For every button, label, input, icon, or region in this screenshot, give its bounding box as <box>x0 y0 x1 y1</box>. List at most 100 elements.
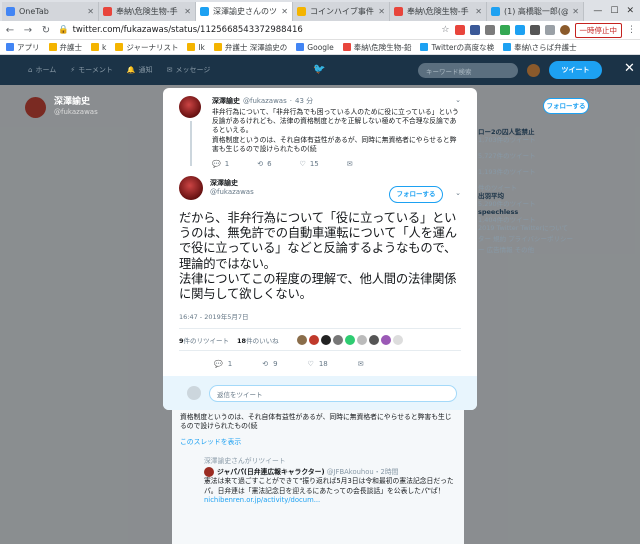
bookmark-item[interactable]: Google <box>296 43 334 52</box>
trend-item[interactable]: speechless 1,404件のツイート <box>478 208 578 224</box>
nav-home[interactable]: ⌂ ホーム <box>28 65 56 75</box>
parent-tweet[interactable]: 深澤諭史 @fukazawas · 43 分 ⌄ 非弁行為について、「非弁行為で… <box>163 88 477 168</box>
profile-icon[interactable] <box>559 25 570 35</box>
nav-notifications[interactable]: 🔔 通知 <box>127 65 153 75</box>
tab-close-icon[interactable]: ✕ <box>184 7 191 16</box>
main-name[interactable]: 深澤諭史 <box>210 179 254 188</box>
thread-line <box>190 121 192 166</box>
tab-close-icon[interactable]: ✕ <box>281 7 288 16</box>
bookmark-item[interactable]: ジャーナリスト <box>115 42 178 53</box>
bookmark-item[interactable]: 奉納\危険生物-鉛 <box>342 42 411 53</box>
extension-icon[interactable] <box>454 25 465 35</box>
avatar[interactable] <box>392 334 403 345</box>
tweet-button[interactable]: ツイート <box>549 61 602 79</box>
bookmark-item[interactable]: Twitterの高度な検 <box>420 42 494 53</box>
dm-action[interactable]: ✉ <box>358 360 364 368</box>
nav-messages[interactable]: ✉ メッセージ <box>167 65 211 75</box>
chevron-down-icon[interactable]: ⌄ <box>455 96 461 104</box>
like-count[interactable]: 18件のいいね <box>237 335 279 345</box>
avatar[interactable] <box>332 334 343 345</box>
nav-moments[interactable]: ⚡ モーメント <box>70 65 113 75</box>
twitter-search-input[interactable]: キーワード検索 <box>418 63 518 78</box>
browser-tab[interactable]: 奉納\危険生物-手 ✕ <box>390 2 487 21</box>
tab-title: 奉納\危険生物-手 <box>407 7 469 16</box>
main-handle[interactable]: @fukazawas <box>210 188 254 197</box>
maximize-icon[interactable]: ☐ <box>610 6 618 16</box>
trend-item[interactable]: 件のツイート <box>478 176 578 192</box>
reload-icon[interactable]: ↻ <box>40 25 52 36</box>
show-thread-link[interactable]: このスレッドを表示 <box>180 438 456 448</box>
dm-action[interactable]: ✉ <box>347 160 353 168</box>
extension-icon[interactable] <box>529 25 540 35</box>
back-icon[interactable]: ← <box>4 25 16 36</box>
extension-icon[interactable] <box>499 25 510 35</box>
forward-icon[interactable]: → <box>22 25 34 36</box>
browser-tab[interactable]: (1) 高橋聡一郎(@ ✕ <box>487 2 584 21</box>
star-icon[interactable]: ☆ <box>441 25 449 35</box>
bookmark-item[interactable]: アプリ <box>6 42 40 53</box>
url-field[interactable]: 🔒 twitter.com/fukazawas/status/112566854… <box>58 25 303 35</box>
reply-action[interactable]: 💬 1 <box>214 360 232 368</box>
browser-tab[interactable]: コインハイブ事件. ✕ <box>293 2 390 21</box>
footer-links[interactable]: 2019 Twitter Twitterについて <box>478 224 578 235</box>
avatar[interactable] <box>368 334 379 345</box>
bookmark-item[interactable]: 弁護士 <box>48 42 82 53</box>
window-controls: — ☐ ✕ <box>593 0 640 21</box>
avatar[interactable] <box>344 334 355 345</box>
like-action[interactable]: ♡ 15 <box>300 160 319 168</box>
avatar[interactable] <box>296 334 307 345</box>
tab-close-icon[interactable]: ✕ <box>87 7 94 16</box>
minimize-icon[interactable]: — <box>593 6 602 16</box>
tab-close-icon[interactable]: ✕ <box>572 7 579 16</box>
reply-input[interactable]: 返信をツイート <box>209 384 457 402</box>
close-modal-icon[interactable]: ✕ <box>624 61 635 76</box>
tab-close-icon[interactable]: ✕ <box>475 7 482 16</box>
retweet-count[interactable]: 9件のリツイート <box>179 335 229 345</box>
parent-time[interactable]: 43 分 <box>295 96 313 106</box>
avatar[interactable] <box>527 64 540 77</box>
menu-icon[interactable]: ⋮ <box>627 25 636 35</box>
trend-item[interactable]: 1,193件のツイート <box>478 160 578 176</box>
retweet-link[interactable]: nichibenren.or.jp/activity/docum... <box>180 496 456 506</box>
avatar[interactable] <box>179 96 201 118</box>
footer-links[interactable]: ー 広告情報 その他 <box>478 246 578 257</box>
bookmark-item[interactable]: k <box>91 43 106 52</box>
extension-icon[interactable] <box>514 25 525 35</box>
avatar[interactable] <box>356 334 367 345</box>
reply-action[interactable]: 💬 1 <box>212 160 229 168</box>
envelope-icon: ✉ <box>346 159 353 168</box>
browser-tab-strip: OneTab✕奉納\危険生物-手✕深澤諭史さんのツイ✕コインハイブ事件.✕奉納\… <box>0 0 640 21</box>
retweeted-by: 深澤諭史さんがリツイート <box>204 457 286 466</box>
extension-icon[interactable] <box>484 25 495 35</box>
sync-paused-badge[interactable]: 一時停止中 <box>574 22 622 38</box>
follow-button-bg[interactable]: フォローする <box>543 98 589 114</box>
bookmark-item[interactable]: 弁護士 深澤諭史の <box>213 42 287 53</box>
trend-item[interactable]: ロー2の囚人監禁止 1,703件のツイート <box>478 128 578 144</box>
bookmark-item[interactable]: 奉納\さらば弁護士 <box>503 42 577 53</box>
browser-tab[interactable]: 奉納\危険生物-手 ✕ <box>99 2 196 21</box>
bookmark-item[interactable]: lk <box>187 43 205 52</box>
browser-tab[interactable]: OneTab ✕ <box>2 2 99 21</box>
retweet-action[interactable]: ⟲ 9 <box>262 360 277 368</box>
footer-links[interactable]: ター 規約 プライバシーポリシー <box>478 235 578 246</box>
avatar[interactable] <box>308 334 319 345</box>
avatar[interactable] <box>320 334 331 345</box>
heart-icon: ♡ <box>299 159 306 168</box>
retweet-action[interactable]: ⟲ 6 <box>257 160 271 168</box>
trend-item[interactable]: 5,727件のツイート <box>478 144 578 160</box>
tweet-timestamp[interactable]: 16:47 - 2019年5月7日 <box>179 311 461 330</box>
extension-icon[interactable] <box>544 25 555 35</box>
close-window-icon[interactable]: ✕ <box>626 6 634 16</box>
extension-icon[interactable] <box>469 25 480 35</box>
chevron-down-icon[interactable]: ⌄ <box>455 189 461 197</box>
trend-item[interactable]: 出羽平均 5,290件のツイート <box>478 192 578 208</box>
twitter-bird-icon[interactable]: 🐦 <box>313 64 325 75</box>
parent-name[interactable]: 深澤諭史 <box>212 96 240 106</box>
tab-close-icon[interactable]: ✕ <box>378 7 385 16</box>
browser-tab[interactable]: 深澤諭史さんのツイ ✕ <box>196 2 293 21</box>
follow-button[interactable]: フォローする <box>389 186 443 203</box>
avatar[interactable] <box>380 334 391 345</box>
profile-handle: @fukazawas <box>54 108 98 117</box>
avatar[interactable] <box>179 176 203 200</box>
like-action[interactable]: ♡ 18 <box>308 360 328 368</box>
